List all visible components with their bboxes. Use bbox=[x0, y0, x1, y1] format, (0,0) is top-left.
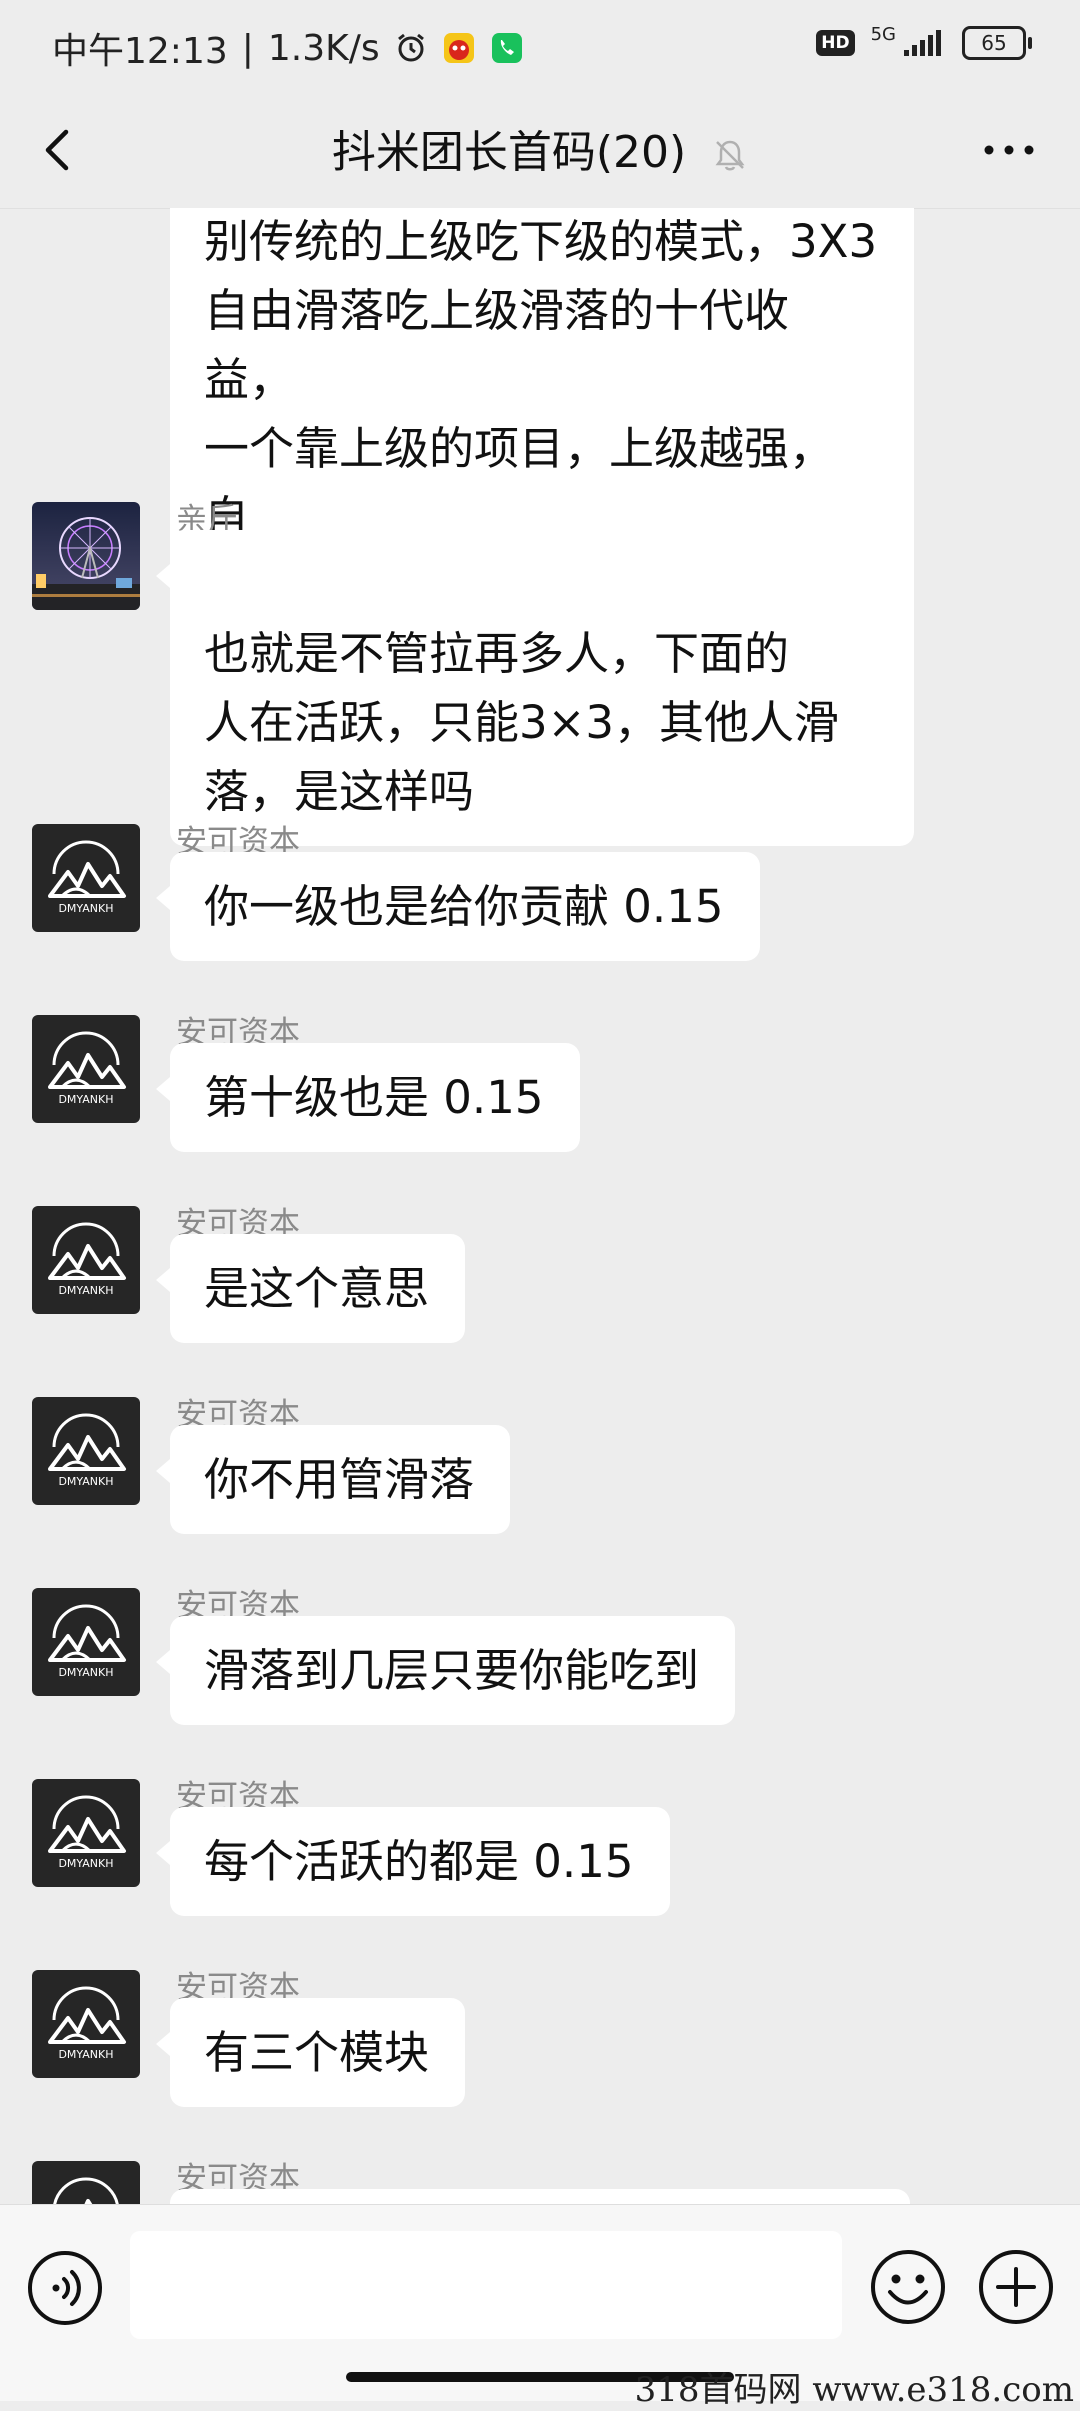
svg-text:DMYANKH: DMYANKH bbox=[58, 1475, 113, 1488]
avatar[interactable]: DMYANKH bbox=[32, 1588, 140, 1696]
svg-text:DMYANKH: DMYANKH bbox=[58, 1093, 113, 1106]
svg-text:DMYANKH: DMYANKH bbox=[58, 1284, 113, 1297]
svg-text:DMYANKH: DMYANKH bbox=[58, 2048, 113, 2061]
message-bubble[interactable]: 滑落到几层只要你能吃到 bbox=[155, 1616, 736, 1725]
avatar[interactable] bbox=[32, 502, 140, 610]
message-text: 你不用管滑落 bbox=[204, 1453, 475, 1506]
status-bar: 中午12:13 | 1.3K/s HD 5G 65 bbox=[0, 0, 1080, 90]
chat-header: 抖米团长首码(20) bbox=[0, 90, 1080, 209]
dmyankh-logo-icon: DMYANKH bbox=[48, 1986, 126, 2061]
message-text: 你一级也是给你贡献 0.15 bbox=[204, 880, 724, 933]
message-text: 每个活跃的都是 0.15 bbox=[204, 1835, 634, 1888]
alarm-icon bbox=[397, 33, 424, 62]
ferris-wheel-photo bbox=[32, 502, 140, 610]
avatar[interactable]: DMYANKH bbox=[32, 824, 140, 932]
chat-title-wrap: 抖米团长首码(20) bbox=[0, 116, 1080, 180]
message-bubble[interactable] bbox=[170, 2189, 910, 2204]
status-left: 中午12:13 | 1.3K/s bbox=[52, 22, 524, 74]
dmyankh-logo-icon: DMYANKH bbox=[48, 1031, 126, 1106]
message-bubble[interactable]: 每个活跃的都是 0.15 bbox=[156, 1807, 670, 1916]
plus-icon[interactable] bbox=[976, 2247, 1056, 2327]
message-text: 有三个模块 bbox=[204, 2026, 430, 2079]
dmyankh-logo-icon: DMYANKH bbox=[48, 1795, 126, 1870]
avatar[interactable]: DMYANKH bbox=[32, 1206, 140, 1314]
message-bubble[interactable]: 是这个意思 bbox=[155, 1234, 466, 1343]
dmyankh-logo-icon: DMYANKH bbox=[48, 1413, 126, 1488]
avatar[interactable]: DMYANKH bbox=[32, 1779, 140, 1887]
message-text: 也就是不管拉再多人，下面的 人在活跃，只能3×3，其他人滑 落，是这样吗 bbox=[204, 627, 839, 818]
app-notification-icon bbox=[443, 33, 474, 63]
voice-input-icon[interactable] bbox=[26, 2249, 104, 2327]
status-time: 中午12:13 bbox=[52, 31, 228, 72]
avatar[interactable]: DMYANKH bbox=[32, 1970, 140, 2078]
dmyankh-logo-icon: DMYANKH bbox=[48, 840, 126, 915]
message-text: 滑落到几层只要你能吃到 bbox=[204, 1644, 700, 1697]
status-speed: 1.3K/s bbox=[267, 27, 380, 69]
status-right: HD 5G 65 bbox=[816, 23, 1032, 60]
hd-badge: HD bbox=[816, 30, 855, 56]
message-bubble[interactable]: 也就是不管拉再多人，下面的 人在活跃，只能3×3，其他人滑 落，是这样吗 bbox=[156, 530, 914, 846]
svg-text:DMYANKH: DMYANKH bbox=[58, 902, 113, 915]
more-options-icon[interactable] bbox=[974, 130, 1044, 170]
message-bubble[interactable]: 你不用管滑落 bbox=[155, 1425, 511, 1534]
message-text: 第十级也是 0.15 bbox=[204, 1071, 544, 1124]
phone-call-icon bbox=[491, 33, 522, 63]
message-list[interactable]: 别传统的上级吃下级的模式，3X3 自由滑落吃上级滑落的十代收益， 一个靠上级的项… bbox=[0, 208, 1080, 2204]
svg-text:DMYANKH: DMYANKH bbox=[58, 1857, 113, 1870]
mute-bell-icon bbox=[715, 140, 745, 171]
avatar[interactable]: DMYANKH bbox=[32, 2161, 140, 2204]
dmyankh-logo-icon: DMYANKH bbox=[48, 1222, 126, 1297]
message-bubble[interactable]: 你一级也是给你贡献 0.15 bbox=[156, 852, 760, 961]
avatar[interactable]: DMYANKH bbox=[32, 1397, 140, 1505]
message-bubble[interactable]: 有三个模块 bbox=[155, 1998, 466, 2107]
avatar[interactable]: DMYANKH bbox=[32, 1015, 140, 1123]
chat-title[interactable]: 抖米团长首码(20) bbox=[332, 127, 686, 178]
dmyankh-logo-icon: DMYANKH bbox=[53, 2177, 119, 2204]
network-label: 5G bbox=[870, 23, 896, 45]
dmyankh-logo-icon: DMYANKH bbox=[48, 1604, 126, 1679]
battery-icon: 65 bbox=[962, 26, 1032, 60]
signal-icon bbox=[904, 30, 941, 56]
message-text: 是这个意思 bbox=[204, 1262, 430, 1315]
message-input[interactable] bbox=[130, 2231, 842, 2339]
watermark: 318首码网 www.e318.com bbox=[634, 2370, 1074, 2410]
svg-text:DMYANKH: DMYANKH bbox=[58, 1666, 113, 1679]
emoji-icon[interactable] bbox=[868, 2247, 948, 2327]
message-bubble[interactable]: 第十级也是 0.15 bbox=[156, 1043, 580, 1152]
